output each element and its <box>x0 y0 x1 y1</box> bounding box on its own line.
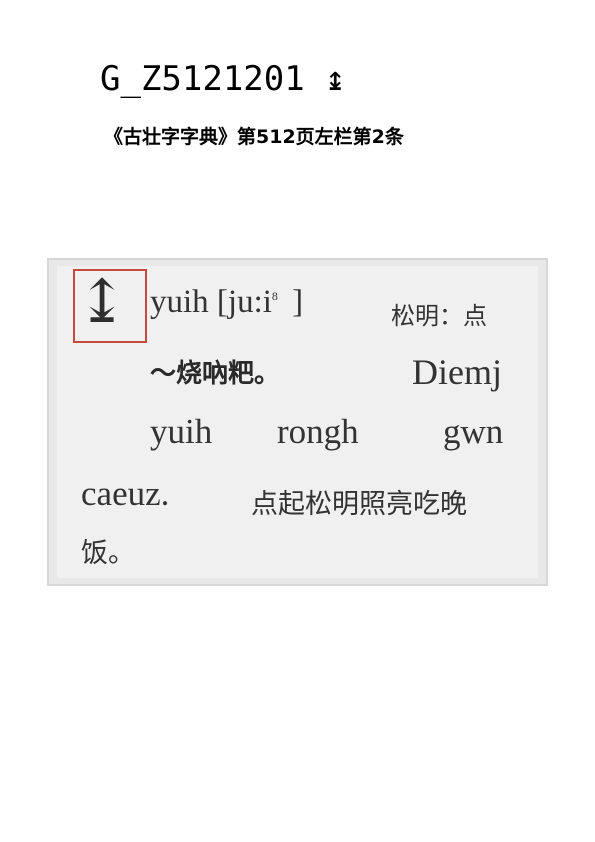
example-romanization-3: caeuz. <box>81 474 170 513</box>
example-romanization-2a: yuih <box>150 412 213 451</box>
entry-romanization: yuih [ju:i8 ] <box>150 286 303 319</box>
example-translation: 点起松明照亮吃晚 <box>251 489 467 520</box>
page-title: G_Z5121201 ↨ <box>100 59 346 99</box>
closing-bracket: ] <box>292 284 304 320</box>
entry-gloss-start: 松明：点 <box>391 302 487 330</box>
tone-number: 8 <box>271 289 278 303</box>
example-romanization-2c: gwn <box>443 412 504 451</box>
example-romanization-1: Diemj <box>412 352 502 392</box>
source-reference: 《古壮字字典》第512页左栏第2条 <box>104 126 404 148</box>
headword-character: ↨ <box>77 267 128 337</box>
romanization-text: yuih [ju:i <box>150 284 272 320</box>
example-translation-end: 饭。 <box>81 538 135 569</box>
example-romanization-2b: rongh <box>277 412 359 451</box>
entry-example: ～烧吶粑。 <box>150 359 281 389</box>
